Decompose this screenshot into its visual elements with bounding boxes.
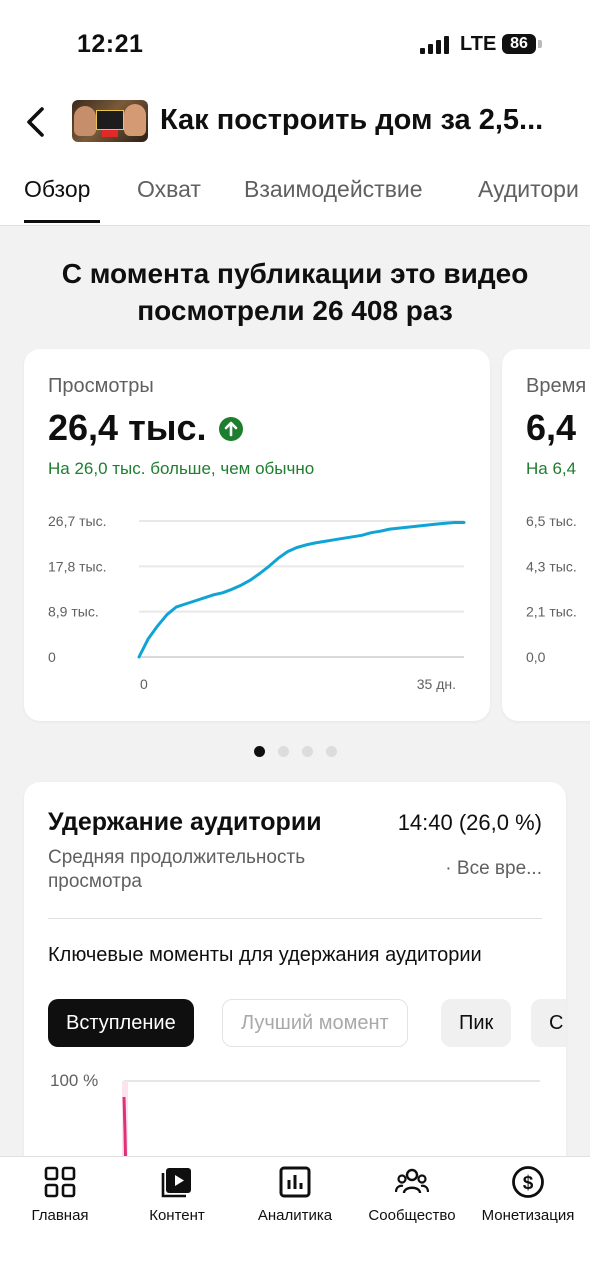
watch-time-card[interactable]: Время 6,4 На 6,4 6,5 тыс. 4,3 тыс. 2,1 тыс…: [502, 349, 590, 721]
nav-monetization[interactable]: $ Монетизация: [469, 1165, 587, 1224]
home-grid-icon: [44, 1166, 76, 1198]
views-line-chart: 26,7 тыс. 17,8 тыс. 8,9 тыс. 0 0 35 дн.: [48, 513, 466, 692]
x-tick-label: 0: [140, 676, 148, 692]
chip-best-moment[interactable]: Лучший момент: [222, 999, 408, 1047]
pager-dot[interactable]: [326, 746, 337, 757]
pager-dot[interactable]: [254, 746, 265, 757]
views-label: Просмотры: [48, 375, 154, 397]
divider: [48, 918, 542, 919]
video-title: Как построить дом за 2,5...: [160, 104, 544, 136]
community-people-icon: [395, 1168, 429, 1194]
pager-dot[interactable]: [302, 746, 313, 757]
nav-content[interactable]: Контент: [118, 1165, 236, 1224]
monetization-dollar-icon: $: [512, 1166, 544, 1198]
y-tick-label: 8,9 тыс.: [48, 604, 99, 620]
tab-overview[interactable]: Обзор: [24, 176, 90, 203]
content-play-icon: [161, 1168, 191, 1198]
chip-intro[interactable]: Вступление: [48, 999, 194, 1047]
chip-peak[interactable]: Пик: [441, 999, 512, 1047]
battery-level: 86: [502, 34, 536, 54]
x-tick-label: 35 дн.: [417, 676, 456, 692]
retention-period-selector[interactable]: · Все вре...: [445, 858, 542, 880]
y-tick-label: 0,0: [526, 649, 546, 665]
watch-time-comparison: На 6,4: [526, 459, 577, 478]
bottom-navigation: Главная Контент Аналитика Сообщество $ М…: [0, 1156, 590, 1278]
arrow-up-circle-icon: [219, 417, 243, 441]
y-tick-label: 26,7 тыс.: [48, 513, 107, 529]
views-card[interactable]: Просмотры 26,4 тыс. На 26,0 тыс. больше,…: [24, 349, 490, 721]
summary-line-1: С момента публикации это видео: [61, 258, 529, 289]
watch-time-value: 6,4: [526, 407, 577, 448]
y-tick-label: 0: [48, 649, 56, 665]
chip-next[interactable]: С: [531, 999, 566, 1047]
retention-y-tick: 100 %: [50, 1072, 98, 1090]
views-value: 26,4 тыс.: [48, 407, 207, 448]
retention-chart: 100 %: [50, 1072, 540, 1156]
thumbnail-badge: [102, 130, 118, 137]
video-thumbnail: [72, 100, 148, 142]
back-button[interactable]: [18, 102, 54, 142]
watch-time-label: Время: [526, 375, 587, 397]
overview-content[interactable]: С момента публикации это видео посмотрел…: [0, 227, 590, 1156]
y-tick-label: 6,5 тыс.: [526, 513, 577, 529]
tab-reach[interactable]: Охват: [137, 176, 201, 203]
watch-time-line-chart: 6,5 тыс. 4,3 тыс. 2,1 тыс. 0,0: [526, 513, 577, 665]
analytics-chart-icon: [279, 1166, 311, 1198]
nav-analytics-label: Аналитика: [257, 1207, 333, 1224]
active-tab-indicator: [24, 220, 100, 223]
summary-line-2: посмотрели 26 408 раз: [137, 295, 453, 326]
app-header: Как построить дом за 2,5...: [0, 88, 590, 158]
retention-line: [122, 1096, 127, 1156]
tab-bar: Обзор Охват Взаимодействие Аудитори: [0, 158, 590, 226]
svg-text:$: $: [523, 1173, 534, 1194]
nav-content-label: Контент: [149, 1207, 205, 1224]
nav-home[interactable]: Главная: [1, 1165, 119, 1224]
pager-dot[interactable]: [278, 746, 289, 757]
retention-value: 14:40 (26,0 %): [397, 810, 542, 835]
thumbnail-person-right: [124, 104, 146, 136]
battery-tip: [538, 40, 542, 48]
views-comparison: На 26,0 тыс. больше, чем обычно: [48, 459, 315, 478]
views-summary: С момента публикации это видео посмотрел…: [20, 255, 570, 329]
key-moments-label: Ключевые моменты для удержания аудитории: [48, 944, 482, 966]
y-tick-label: 4,3 тыс.: [526, 558, 577, 574]
status-time: 12:21: [77, 30, 144, 58]
y-tick-label: 17,8 тыс.: [48, 558, 107, 574]
nav-community-label: Сообщество: [368, 1207, 456, 1224]
nav-analytics[interactable]: Аналитика: [236, 1165, 354, 1224]
nav-monetization-label: Монетизация: [481, 1207, 575, 1224]
thumbnail-caption-box: [96, 110, 124, 130]
nav-community[interactable]: Сообщество: [353, 1165, 471, 1224]
tab-engagement[interactable]: Взаимодействие: [244, 176, 423, 203]
signal-strength-icon: [420, 36, 449, 54]
y-tick-label: 2,1 тыс.: [526, 604, 577, 620]
carousel-pager: [254, 746, 344, 758]
retention-title: Удержание аудитории: [48, 808, 322, 836]
network-type: LTE: [460, 33, 497, 55]
views-series-line: [137, 521, 466, 659]
thumbnail-person-left: [74, 106, 96, 136]
tab-audience[interactable]: Аудитори: [478, 176, 579, 203]
chevron-left-icon: [27, 107, 44, 137]
status-bar: 12:21 LTE 86: [0, 0, 590, 88]
retention-subtitle: Средняя продолжительность просмотра: [48, 847, 306, 892]
battery-icon: 86: [502, 34, 544, 54]
nav-home-label: Главная: [31, 1207, 89, 1224]
audience-retention-card[interactable]: Удержание аудитории 14:40 (26,0 %) Средн…: [24, 782, 566, 1156]
